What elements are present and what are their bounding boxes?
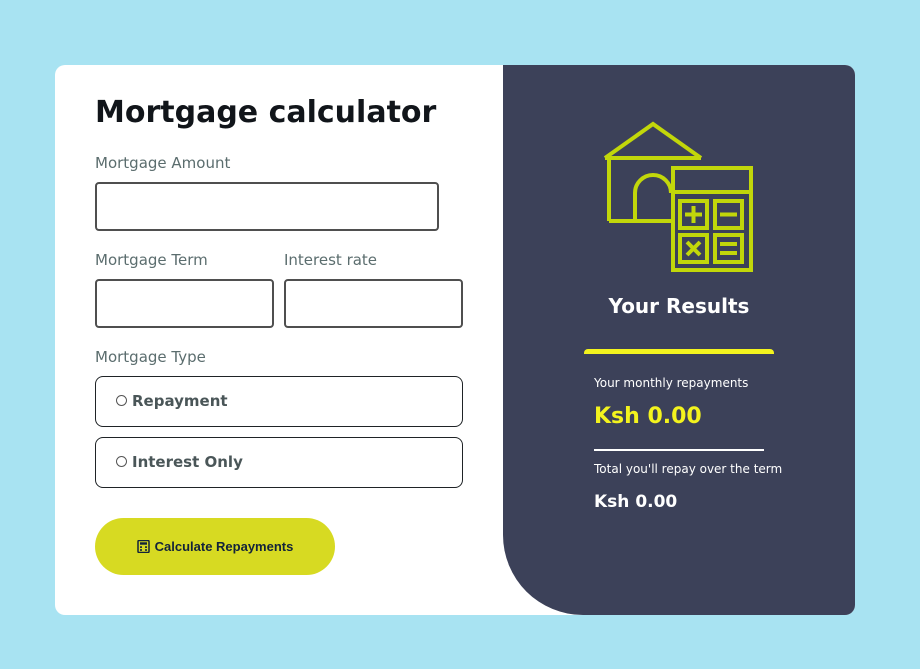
results-divider [594,449,764,451]
monthly-repayments-value: Ksh 0.00 [594,404,702,429]
results-panel: Your Results Your monthly repayments Ksh… [503,65,855,615]
mortgage-term-input[interactable] [95,279,274,328]
mortgage-amount-label: Mortgage Amount [95,154,231,172]
repayment-radio-label: Repayment [132,392,228,410]
calculate-repayments-button[interactable]: Calculate Repayments [95,518,335,575]
interest-only-radio-label: Interest Only [132,453,243,471]
total-repay-value: Ksh 0.00 [594,492,678,512]
calculator-form: Mortgage calculator Mortgage Amount Mort… [55,65,503,615]
interest-only-radio[interactable] [116,456,127,467]
total-repay-label: Total you'll repay over the term [594,462,783,476]
monthly-repayments-label: Your monthly repayments [594,376,749,390]
mortgage-type-label: Mortgage Type [95,348,206,366]
house-calculator-icon [603,121,753,272]
calculate-repayments-label: Calculate Repayments [154,539,294,554]
results-title: Your Results [608,294,750,318]
mortgage-type-option-repayment[interactable]: Repayment [95,376,463,427]
mortgage-type-option-interest-only[interactable]: Interest Only [95,437,463,488]
repayment-radio[interactable] [116,395,127,406]
interest-rate-label: Interest rate [284,251,378,269]
interest-rate-input[interactable] [284,279,463,328]
results-accent-bar [584,349,774,354]
page-title: Mortgage calculator [95,95,437,130]
mortgage-amount-input[interactable] [95,182,439,231]
mortgage-card: Mortgage calculator Mortgage Amount Mort… [55,65,855,615]
calculator-icon [136,540,150,553]
mortgage-term-label: Mortgage Term [95,251,208,269]
